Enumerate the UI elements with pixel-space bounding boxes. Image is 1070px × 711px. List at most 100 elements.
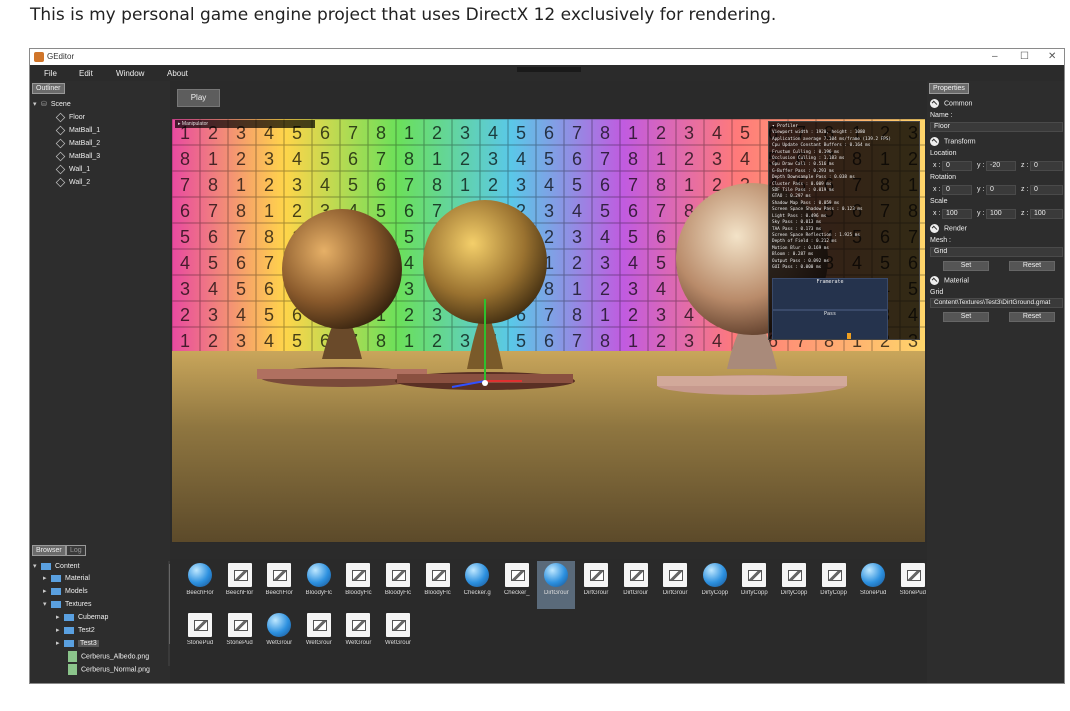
- rotation-x-field[interactable]: 0: [942, 185, 972, 195]
- outliner-item[interactable]: Floor: [55, 112, 85, 124]
- manipulator-header[interactable]: ▸ Manipulator: [175, 120, 315, 128]
- editor-window: GEditor – ☐ ✕ File Edit Window About Out…: [29, 48, 1065, 684]
- outliner-item[interactable]: MatBall_3: [55, 151, 100, 163]
- rotation-z-field[interactable]: 0: [1030, 185, 1063, 195]
- section-material[interactable]: Material: [930, 276, 969, 285]
- asset-item[interactable]: DirtGrour: [577, 561, 615, 609]
- asset-item[interactable]: BloodyFlc: [339, 561, 377, 609]
- tree-content[interactable]: ▾ Content: [33, 561, 80, 573]
- location-z-field[interactable]: 0: [1030, 161, 1063, 171]
- wall-digit: 5: [600, 201, 610, 221]
- asset-item[interactable]: StonePud: [854, 561, 892, 609]
- tab-log[interactable]: Log: [66, 545, 86, 556]
- name-field[interactable]: Floor: [930, 122, 1063, 132]
- menu-file[interactable]: File: [44, 69, 57, 78]
- profiler-overlay: ▾ Profiler Viewport width : 1920, height…: [768, 121, 920, 340]
- profiler-line: GUI Pass : 0.000 ms: [772, 264, 822, 270]
- asset-item[interactable]: DirtGrour: [617, 561, 655, 609]
- section-render-label: Render: [944, 225, 967, 233]
- material-reset-button[interactable]: Reset: [1009, 312, 1055, 322]
- asset-item[interactable]: DirtGrour: [656, 561, 694, 609]
- asset-item[interactable]: WetGrour: [339, 611, 377, 659]
- asset-item[interactable]: WetGrour: [379, 611, 417, 659]
- asset-item[interactable]: WetGrour: [260, 611, 298, 659]
- asset-item[interactable]: WetGrour: [300, 611, 338, 659]
- asset-item[interactable]: DirtyCopp: [735, 561, 773, 609]
- minimize-button[interactable]: –: [992, 51, 998, 62]
- close-button[interactable]: ✕: [1048, 51, 1056, 62]
- tree-file[interactable]: Cerberus_Albedo.png: [68, 651, 149, 663]
- mesh-set-button[interactable]: Set: [943, 261, 989, 271]
- maximize-button[interactable]: ☐: [1020, 51, 1029, 62]
- image-file-icon: [188, 613, 212, 637]
- asset-item[interactable]: BloodyFlc: [419, 561, 457, 609]
- mesh-field[interactable]: Grid: [930, 247, 1063, 257]
- outliner-item[interactable]: Wall_2: [55, 177, 90, 189]
- asset-item[interactable]: BeechFlor: [221, 561, 259, 609]
- asset-item[interactable]: BeechFlor: [181, 561, 219, 609]
- tree-folder-models[interactable]: ▸ Models: [43, 586, 88, 598]
- section-common[interactable]: Common: [930, 99, 972, 108]
- material-sphere-icon: [306, 563, 331, 587]
- scene-viewport[interactable]: 1234567812345678123456781238123456781234…: [172, 119, 925, 542]
- menu-about[interactable]: About: [167, 69, 188, 78]
- collapse-icon: [930, 276, 939, 285]
- asset-item[interactable]: DirtyCopp: [696, 561, 734, 609]
- outliner-item[interactable]: Wall_1: [55, 164, 90, 176]
- material-sphere-icon: [465, 563, 490, 587]
- wall-digit: 3: [600, 253, 610, 273]
- asset-item[interactable]: Checker_: [498, 561, 536, 609]
- tab-outliner[interactable]: Outliner: [32, 83, 65, 94]
- asset-item[interactable]: StonePud: [221, 611, 259, 659]
- tab-browser[interactable]: Browser: [32, 545, 66, 556]
- tree-folder-material[interactable]: ▸ Material: [43, 573, 90, 585]
- asset-item[interactable]: Checker.g: [458, 561, 496, 609]
- wall-digit: 7: [264, 253, 274, 273]
- material-path-field[interactable]: Content\Textures\Test3\DirtGround.gmat: [930, 298, 1063, 308]
- tree-folder-test3[interactable]: ▸ Test3: [56, 638, 99, 650]
- tree-folder-test2[interactable]: ▸ Test2: [56, 625, 95, 637]
- pass-bar: [847, 333, 851, 339]
- post-caption: This is my personal game engine project …: [30, 5, 777, 25]
- asset-item[interactable]: StonePud: [894, 561, 932, 609]
- content-browser-panel: Browser Log ▾ Content ▸ Material ▸ Models ▾…: [30, 543, 174, 683]
- section-render[interactable]: Render: [930, 224, 967, 233]
- asset-label: StonePud: [186, 640, 214, 646]
- tab-properties[interactable]: Properties: [929, 83, 969, 94]
- asset-label: BloodyFlc: [384, 590, 412, 596]
- collapse-icon: [930, 99, 939, 108]
- asset-item[interactable]: DirtyCopp: [815, 561, 853, 609]
- location-y-field[interactable]: -20: [986, 161, 1016, 171]
- drag-handle[interactable]: [517, 67, 581, 72]
- asset-item[interactable]: StonePud: [181, 611, 219, 659]
- wall-digit: 2: [460, 149, 470, 169]
- tree-file[interactable]: Cerberus_Normal.png: [68, 664, 150, 676]
- wall-digit: 8: [264, 227, 274, 247]
- image-file-icon: [346, 563, 371, 587]
- mesh-reset-button[interactable]: Reset: [1009, 261, 1055, 271]
- image-file-icon: [782, 563, 806, 587]
- asset-item[interactable]: DirtGrour: [537, 561, 576, 609]
- rotation-y-field[interactable]: 0: [986, 185, 1016, 195]
- menu-window[interactable]: Window: [116, 69, 144, 78]
- tree-folder-cubemap[interactable]: ▸ Cubemap: [56, 612, 108, 624]
- wall-digit: 8: [600, 123, 610, 143]
- scale-y-field[interactable]: 100: [986, 209, 1016, 219]
- menu-edit[interactable]: Edit: [79, 69, 93, 78]
- section-transform[interactable]: Transform: [930, 137, 976, 146]
- wall-digit: 8: [628, 149, 638, 169]
- tree-folder-textures[interactable]: ▾ Textures: [43, 599, 91, 611]
- asset-item[interactable]: BloodyFlc: [379, 561, 417, 609]
- material-set-button[interactable]: Set: [943, 312, 989, 322]
- asset-item[interactable]: BloodyFlc: [300, 561, 338, 609]
- tree-scene[interactable]: ▾ ⛁ Scene: [33, 99, 71, 111]
- outliner-item[interactable]: MatBall_2: [55, 138, 100, 150]
- asset-item[interactable]: BeechFlor: [260, 561, 298, 609]
- location-x-field[interactable]: 0: [942, 161, 972, 171]
- outliner-item[interactable]: MatBall_1: [55, 125, 100, 137]
- asset-item[interactable]: DirtyCopp: [775, 561, 813, 609]
- scale-z-field[interactable]: 100: [1030, 209, 1063, 219]
- wall-digit: 7: [404, 175, 414, 195]
- scale-x-field[interactable]: 100: [942, 209, 972, 219]
- play-button[interactable]: Play: [177, 89, 220, 107]
